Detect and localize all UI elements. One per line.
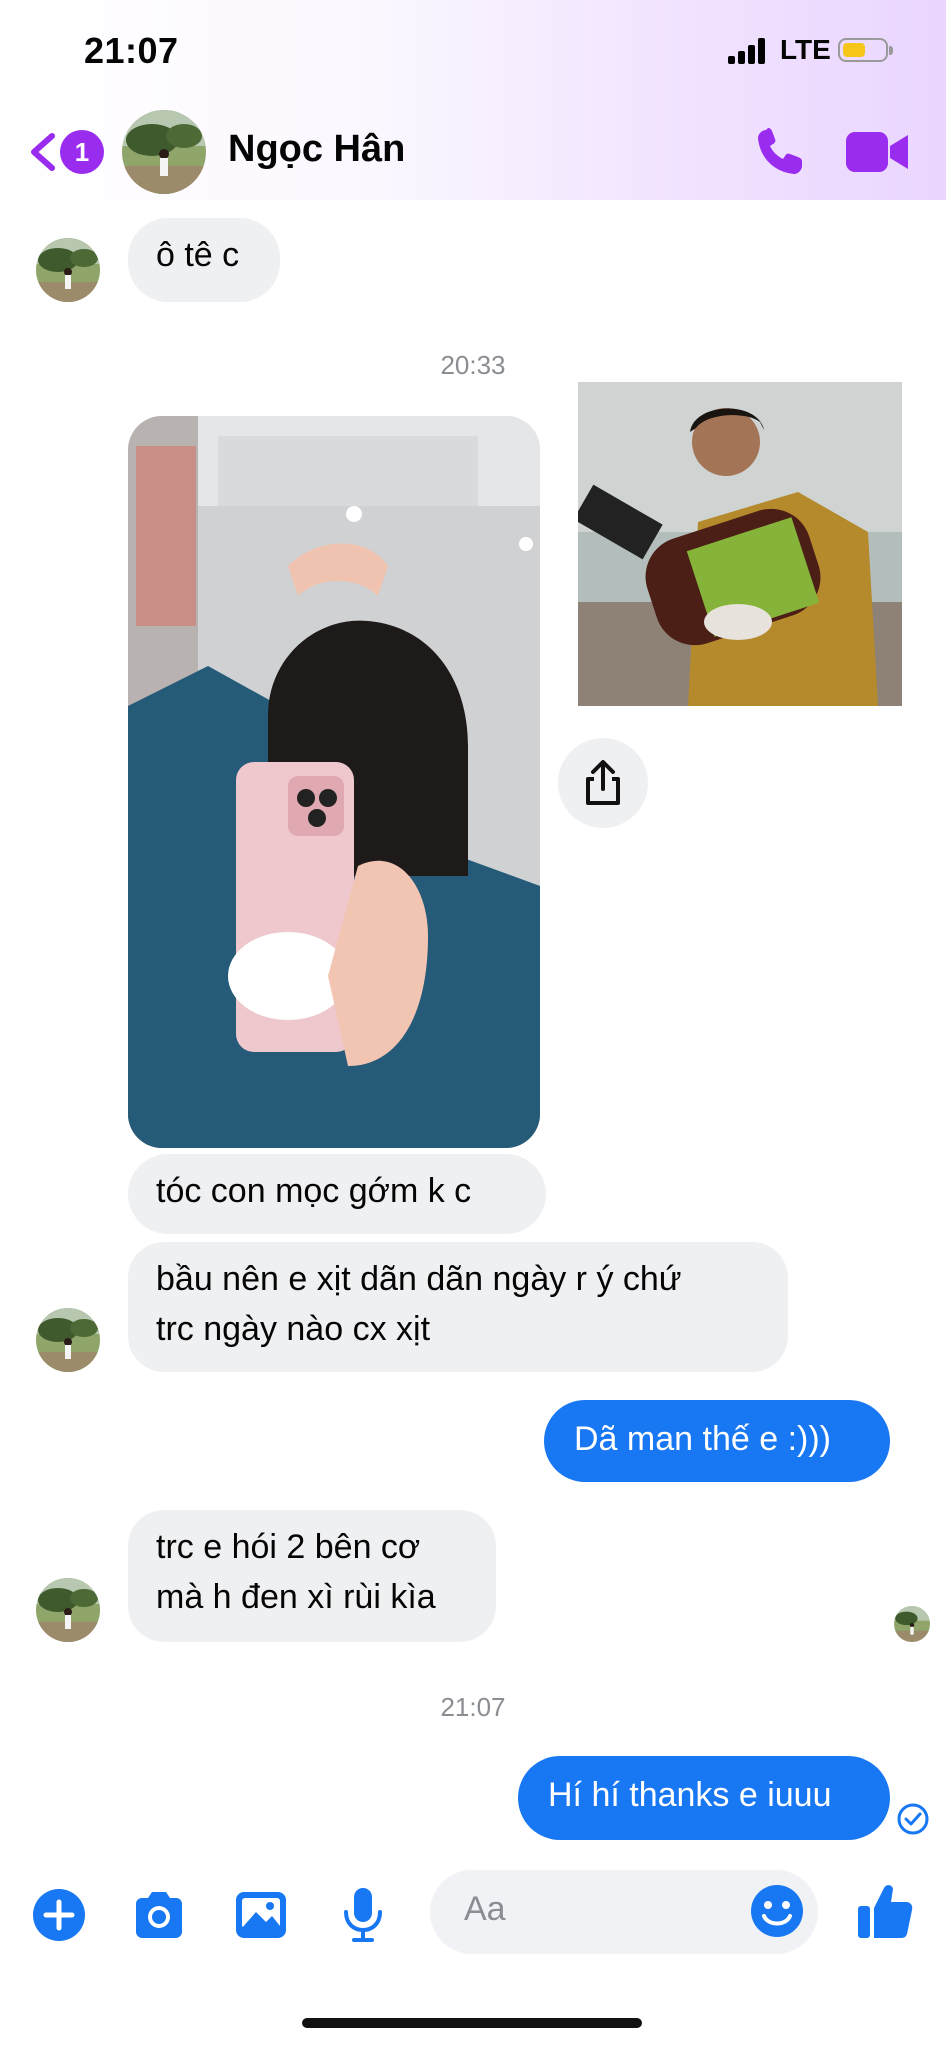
video-camera-icon[interactable] <box>846 126 910 178</box>
message-input-placeholder: Aa <box>464 1890 506 1928</box>
microphone-icon[interactable] <box>334 1886 392 1944</box>
message-bubble-incoming[interactable]: ô tê c <box>128 218 280 302</box>
message-input[interactable]: Aa <box>430 1870 818 1954</box>
gallery-icon[interactable] <box>232 1886 290 1944</box>
back-button[interactable]: 1 <box>26 124 104 180</box>
phone-icon[interactable] <box>752 124 808 180</box>
message-text: Dã man thế e :))) <box>574 1420 831 1458</box>
timestamp: 20:33 <box>440 350 506 380</box>
message-bubble-outgoing[interactable]: Dã man thế e :))) <box>544 1400 890 1482</box>
message-text: Hí hí thanks e iuuu <box>548 1776 832 1814</box>
message-text-line: trc ngày nào cx xịt <box>156 1310 431 1348</box>
photo-attachment[interactable] <box>578 382 902 706</box>
sender-avatar[interactable] <box>36 1308 100 1372</box>
seen-receipt-avatar <box>894 1606 930 1642</box>
message-text: tóc con mọc gớm k c <box>156 1172 472 1210</box>
share-button[interactable] <box>558 738 648 828</box>
sender-avatar[interactable] <box>36 238 100 302</box>
message-bubble-outgoing[interactable]: Hí hí thanks e iuuu <box>518 1756 890 1840</box>
emoji-icon[interactable] <box>748 1882 806 1940</box>
camera-icon[interactable] <box>130 1886 188 1944</box>
unread-badge: 1 <box>60 130 104 174</box>
delivered-check-icon <box>897 1803 929 1835</box>
share-icon <box>586 760 620 805</box>
message-text-line: bầu nên e xịt dãn dãn ngày r ý chứ <box>156 1260 682 1298</box>
back-chevron-icon <box>31 133 55 171</box>
message-bubble-incoming[interactable]: tóc con mọc gớm k c <box>128 1154 546 1234</box>
contact-avatar[interactable] <box>122 110 206 194</box>
photo-attachment[interactable] <box>128 416 540 1148</box>
message-text-line: mà h đen xì rùi kìa <box>156 1578 436 1616</box>
message-bubble-incoming[interactable]: bầu nên e xịt dãn dãn ngày r ý chứ trc n… <box>128 1242 788 1372</box>
network-type: LTE <box>780 34 831 65</box>
thumbs-up-icon[interactable] <box>856 1880 914 1942</box>
home-indicator <box>302 2018 642 2028</box>
timestamp: 21:07 <box>440 1692 506 1722</box>
message-text-line: trc e hói 2 bên cơ <box>156 1528 421 1566</box>
contact-name[interactable]: Ngọc Hân <box>228 128 405 171</box>
plus-icon[interactable] <box>30 1886 88 1944</box>
message-text: ô tê c <box>156 236 240 274</box>
signal-strength-icon <box>728 38 772 64</box>
message-bubble-incoming[interactable]: trc e hói 2 bên cơ mà h đen xì rùi kìa <box>128 1510 496 1642</box>
status-time: 21:07 <box>84 30 179 71</box>
battery-icon <box>838 38 893 62</box>
sender-avatar[interactable] <box>36 1578 100 1642</box>
